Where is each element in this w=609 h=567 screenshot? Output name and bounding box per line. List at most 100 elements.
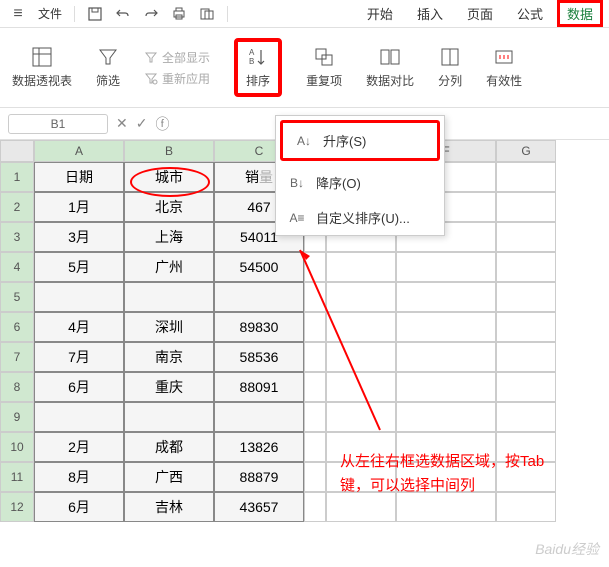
row-header[interactable]: 8 <box>0 372 34 402</box>
compare-button[interactable]: 数据对比 <box>366 46 414 89</box>
duplicate-button[interactable]: 重复项 <box>306 46 342 89</box>
row-header[interactable]: 7 <box>0 342 34 372</box>
save-icon[interactable] <box>83 2 107 26</box>
show-all-icon <box>144 50 158 64</box>
row-header[interactable]: 2 <box>0 192 34 222</box>
row-header[interactable]: 1 <box>0 162 34 192</box>
split-button[interactable]: 分列 <box>438 46 462 89</box>
cell[interactable] <box>34 282 124 312</box>
confirm-icon[interactable]: ✓ <box>136 115 148 132</box>
menu-bar: ≡ 文件 开始 插入 页面 公式 数据 <box>0 0 609 28</box>
tab-insert[interactable]: 插入 <box>407 0 453 27</box>
row-header[interactable]: 10 <box>0 432 34 462</box>
watermark: Baidu经验 <box>535 539 599 559</box>
cell[interactable]: 13826 <box>214 432 304 462</box>
cell[interactable]: 5月 <box>34 252 124 282</box>
row-header[interactable]: 6 <box>0 312 34 342</box>
filter-icon <box>97 46 119 68</box>
duplicate-icon <box>313 46 335 68</box>
cell[interactable]: 88879 <box>214 462 304 492</box>
show-all-button[interactable]: 全部显示 <box>144 49 210 66</box>
row-header[interactable]: 9 <box>0 402 34 432</box>
pivot-icon <box>31 46 53 68</box>
redo-icon[interactable] <box>139 2 163 26</box>
row-header[interactable]: 5 <box>0 282 34 312</box>
row-header[interactable]: 12 <box>0 492 34 522</box>
cell[interactable]: 7月 <box>34 342 124 372</box>
annotation-text: 从左往右框选数据区域，按Tab键，可以选择中间列 <box>340 450 570 498</box>
pivot-button[interactable]: 数据透视表 <box>12 46 72 89</box>
row-header[interactable]: 3 <box>0 222 34 252</box>
print-icon[interactable] <box>167 2 191 26</box>
cell[interactable] <box>124 282 214 312</box>
validity-icon <box>493 46 515 68</box>
compare-icon <box>379 46 401 68</box>
cell[interactable]: 日期 <box>34 162 124 192</box>
cell[interactable]: 重庆 <box>124 372 214 402</box>
cell[interactable]: 成都 <box>124 432 214 462</box>
undo-icon[interactable] <box>111 2 135 26</box>
tab-formula[interactable]: 公式 <box>507 0 553 27</box>
cell[interactable]: 广西 <box>124 462 214 492</box>
filter-label: 筛选 <box>96 72 120 89</box>
pivot-label: 数据透视表 <box>12 72 72 89</box>
cell[interactable]: 南京 <box>124 342 214 372</box>
svg-text:B: B <box>249 57 254 66</box>
menu-icon[interactable]: ≡ <box>6 2 30 26</box>
filter-button[interactable]: 筛选 <box>96 46 120 89</box>
cell[interactable]: 3月 <box>34 222 124 252</box>
sort-icon: AB <box>247 46 269 68</box>
cell[interactable]: 广州 <box>124 252 214 282</box>
sort-label: 排序 <box>246 72 270 89</box>
cell[interactable]: 58536 <box>214 342 304 372</box>
validity-label: 有效性 <box>486 72 522 89</box>
cancel-icon[interactable]: ✕ <box>116 115 128 132</box>
cell[interactable]: 4月 <box>34 312 124 342</box>
cell[interactable] <box>214 402 304 432</box>
cell[interactable]: 43657 <box>214 492 304 522</box>
asc-icon: A↓ <box>295 132 313 150</box>
select-all-corner[interactable] <box>0 140 34 162</box>
sort-custom[interactable]: A≡ 自定义排序(U)... <box>276 200 444 235</box>
cell[interactable]: 2月 <box>34 432 124 462</box>
cell[interactable]: 吉林 <box>124 492 214 522</box>
cell[interactable]: 北京 <box>124 192 214 222</box>
col-header[interactable]: A <box>34 140 124 162</box>
cell[interactable]: 城市 <box>124 162 214 192</box>
sort-desc[interactable]: B↓ 降序(O) <box>276 165 444 200</box>
split-label: 分列 <box>438 72 462 89</box>
cell[interactable]: 6月 <box>34 492 124 522</box>
col-header[interactable]: B <box>124 140 214 162</box>
file-menu[interactable]: 文件 <box>34 5 66 22</box>
more-icon[interactable] <box>195 2 219 26</box>
sort-dropdown: A↓ 升序(S) B↓ 降序(O) A≡ 自定义排序(U)... <box>275 115 445 236</box>
cell[interactable]: 54500 <box>214 252 304 282</box>
cell[interactable] <box>124 402 214 432</box>
cell[interactable]: 深圳 <box>124 312 214 342</box>
cell[interactable] <box>34 402 124 432</box>
cell[interactable]: 1月 <box>34 192 124 222</box>
row-header[interactable]: 4 <box>0 252 34 282</box>
reapply-icon <box>144 71 158 85</box>
duplicate-label: 重复项 <box>306 72 342 89</box>
validity-button[interactable]: 有效性 <box>486 46 522 89</box>
desc-icon: B↓ <box>288 174 306 192</box>
tab-data[interactable]: 数据 <box>557 0 603 27</box>
tab-page[interactable]: 页面 <box>457 0 503 27</box>
sort-asc[interactable]: A↓ 升序(S) <box>280 120 440 161</box>
cell[interactable]: 6月 <box>34 372 124 402</box>
split-icon <box>439 46 461 68</box>
svg-text:A: A <box>249 48 255 57</box>
cell[interactable]: 89830 <box>214 312 304 342</box>
cell[interactable]: 8月 <box>34 462 124 492</box>
reapply-button[interactable]: 重新应用 <box>144 70 210 87</box>
col-header[interactable]: G <box>496 140 556 162</box>
cell[interactable] <box>214 282 304 312</box>
tab-start[interactable]: 开始 <box>357 0 403 27</box>
cell[interactable]: 88091 <box>214 372 304 402</box>
row-header[interactable]: 11 <box>0 462 34 492</box>
cell[interactable]: 上海 <box>124 222 214 252</box>
fx-icon[interactable]: ⓕ <box>155 114 169 134</box>
cell-reference[interactable]: B1 <box>8 114 108 134</box>
sort-button[interactable]: AB 排序 <box>234 38 282 97</box>
